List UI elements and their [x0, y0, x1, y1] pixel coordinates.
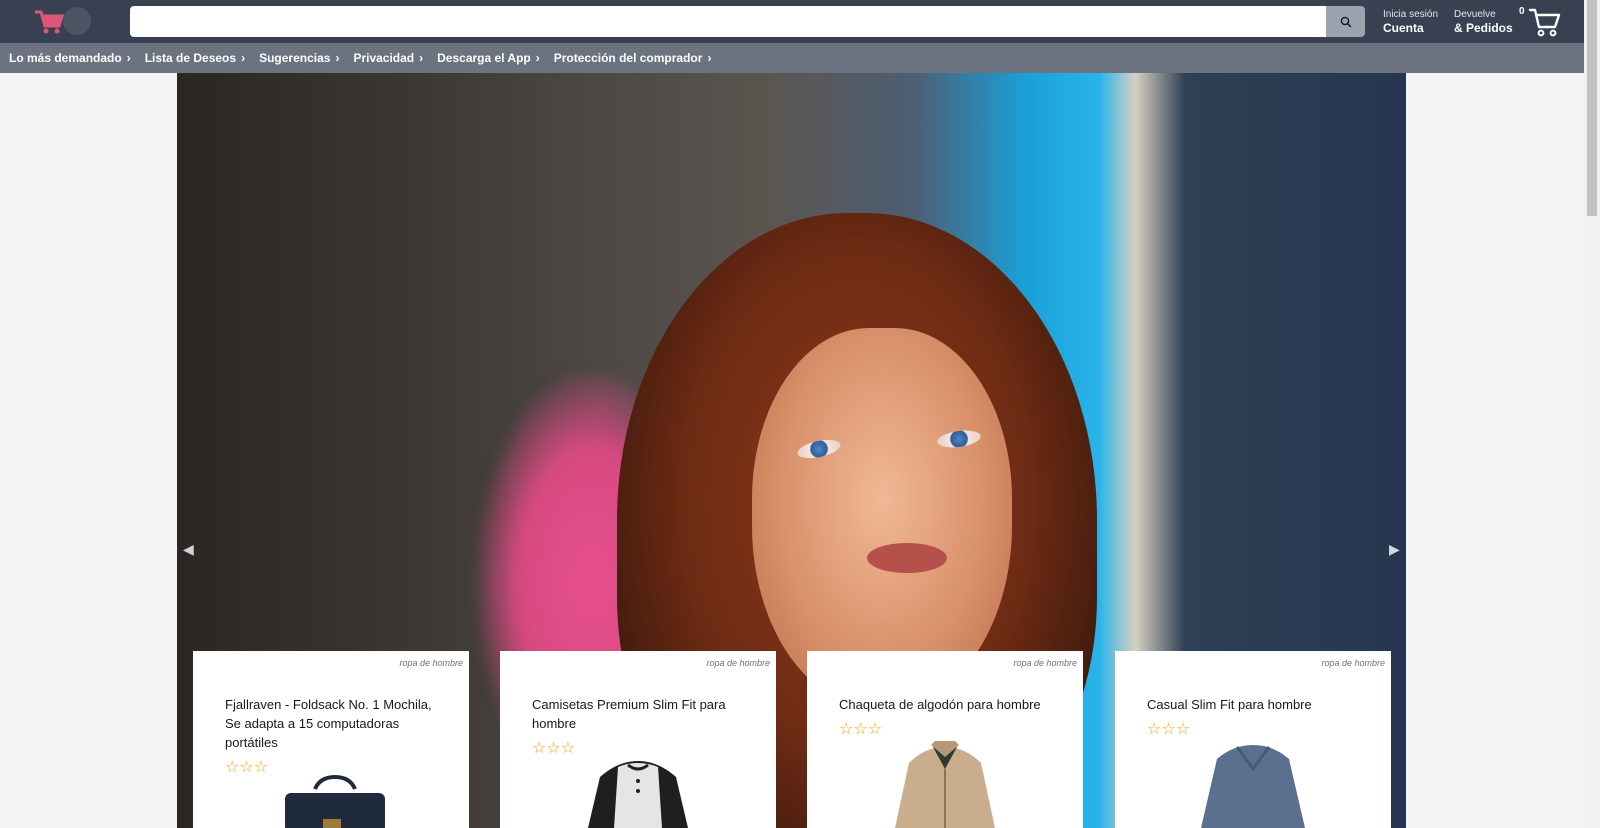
- cart-count-badge: 0: [1519, 6, 1525, 17]
- account-link[interactable]: Inicia sesión Cuenta: [1383, 8, 1438, 35]
- product-category: ropa de hombre: [706, 658, 770, 668]
- nav-item-privacy[interactable]: Privacidad ›: [353, 51, 423, 65]
- chevron-right-icon: ›: [241, 51, 246, 65]
- nav-item-buyer-protection[interactable]: Protección del comprador ›: [554, 51, 712, 65]
- rating-stars: ☆☆☆: [1147, 721, 1191, 738]
- nav-item-label: Descarga el App: [437, 51, 531, 65]
- product-card[interactable]: ropa de hombre Fjallraven - Foldsack No.…: [193, 651, 469, 828]
- nav-item-download-app[interactable]: Descarga el App ›: [437, 51, 540, 65]
- product-category: ropa de hombre: [399, 658, 463, 668]
- product-card[interactable]: ropa de hombre Chaqueta de algodón para …: [807, 651, 1083, 828]
- search-button[interactable]: [1326, 6, 1365, 37]
- chevron-right-icon: ›: [126, 51, 131, 65]
- nav-item-label: Sugerencias: [259, 51, 331, 65]
- cart-button[interactable]: [1528, 6, 1562, 38]
- account-label: Cuenta: [1383, 21, 1424, 35]
- nav-item-wishlist[interactable]: Lista de Deseos ›: [145, 51, 245, 65]
- carousel-prev-icon[interactable]: ◀: [183, 541, 194, 558]
- chevron-right-icon: ›: [707, 51, 712, 65]
- product-category: ropa de hombre: [1321, 658, 1385, 668]
- nav-item-label: Lo más demandado: [9, 51, 122, 65]
- product-title[interactable]: Casual Slim Fit para hombre: [1147, 695, 1367, 714]
- category-nav: Lo más demandado › Lista de Deseos › Sug…: [0, 43, 1584, 73]
- jacket-image: [895, 741, 995, 828]
- product-card[interactable]: ropa de hombre Camisetas Premium Slim Fi…: [500, 651, 776, 828]
- nav-item-suggestions[interactable]: Sugerencias ›: [259, 51, 339, 65]
- search-input[interactable]: [130, 6, 1326, 37]
- orders-label: & Pedidos: [1454, 21, 1513, 35]
- orders-link[interactable]: Devuelve & Pedidos: [1454, 8, 1513, 35]
- chevron-right-icon: ›: [535, 51, 540, 65]
- carousel-next-icon[interactable]: ▶: [1389, 541, 1400, 558]
- chevron-right-icon: ›: [335, 51, 340, 65]
- scrollbar-thumb[interactable]: [1587, 0, 1597, 216]
- sweater-image: [1201, 745, 1305, 828]
- product-category: ropa de hombre: [1013, 658, 1077, 668]
- account-small-label: Inicia sesión: [1383, 9, 1439, 20]
- rating-stars: ☆☆☆: [839, 721, 883, 738]
- nav-item-label: Privacidad: [353, 51, 415, 65]
- search-icon: [1340, 16, 1351, 27]
- product-title[interactable]: Camisetas Premium Slim Fit para hombre: [532, 695, 752, 733]
- hero-model-lips: [867, 543, 947, 573]
- cart-logo-icon[interactable]: [33, 6, 93, 38]
- tshirt-image: [588, 761, 688, 828]
- search-bar: [130, 6, 1365, 37]
- nav-item-label: Protección del comprador: [553, 51, 703, 65]
- product-title[interactable]: Chaqueta de algodón para hombre: [839, 695, 1059, 714]
- rating-stars: ☆☆☆: [532, 740, 576, 757]
- top-header: Inicia sesión Cuenta Devuelve & Pedidos …: [0, 0, 1584, 43]
- chevron-right-icon: ›: [419, 51, 424, 65]
- nav-item-label: Lista de Deseos: [144, 51, 237, 65]
- orders-small-label: Devuelve: [1454, 9, 1496, 20]
- backpack-image: [285, 775, 385, 828]
- product-title[interactable]: Fjallraven - Foldsack No. 1 Mochila, Se …: [225, 695, 445, 752]
- shopping-cart-icon: [1528, 8, 1561, 37]
- product-card[interactable]: ropa de hombre Casual Slim Fit para homb…: [1115, 651, 1391, 828]
- rating-stars: ☆☆☆: [225, 759, 269, 776]
- nav-item-most-demanded[interactable]: Lo más demandado ›: [9, 51, 131, 65]
